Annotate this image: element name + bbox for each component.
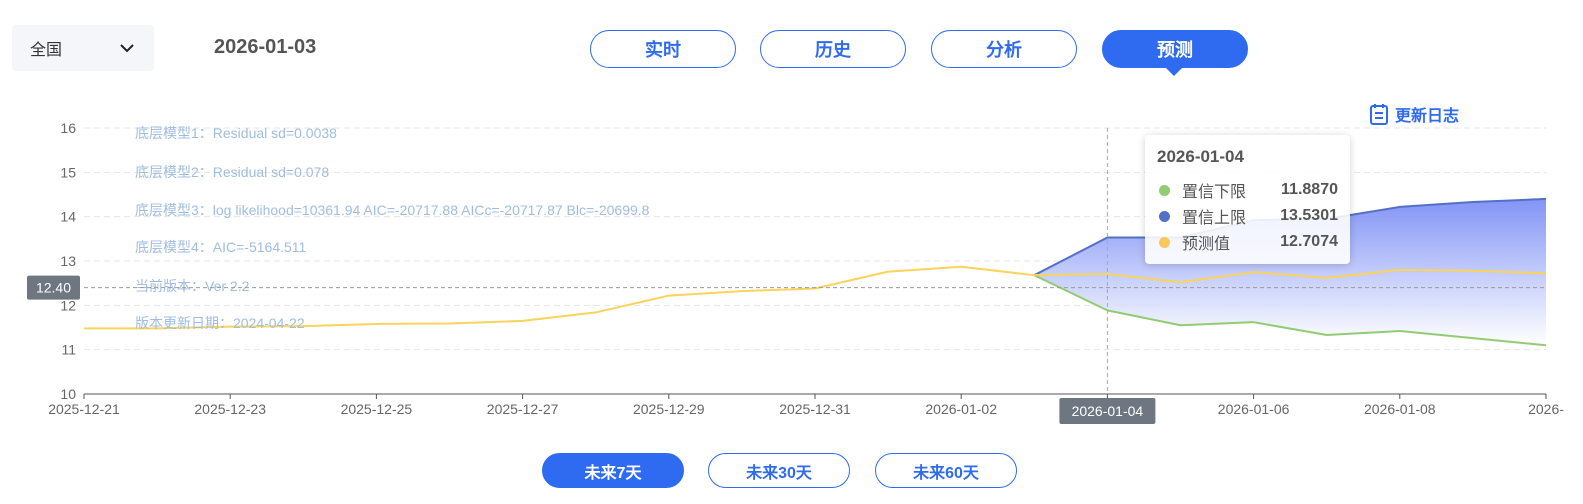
range-7-days-button[interactable]: 未来7天 <box>542 453 684 488</box>
x-tick-label: 2026-01-08 <box>1364 401 1436 417</box>
tooltip-row-upper: 置信上限 13.5301 <box>1157 203 1338 229</box>
range-label: 未来7天 <box>584 464 642 482</box>
y-tick-label: 16 <box>60 120 76 136</box>
y-tick-label: 14 <box>60 209 76 225</box>
tooltip-series-value: 11.8870 <box>1281 181 1338 198</box>
y-tick-label: 11 <box>61 342 76 358</box>
crosshair-x-label: 2026-01-04 <box>1072 403 1144 419</box>
tooltip-row-forecast: 预测值 12.7074 <box>1157 229 1338 255</box>
x-tick-label: 2025-12-23 <box>194 401 266 417</box>
x-tick-label: 2026-01-06 <box>1218 401 1290 417</box>
model-info-line: 当前版本：Ver 2.2 <box>135 278 250 294</box>
tooltip-series-name: 置信下限 <box>1182 184 1247 201</box>
range-60-days-button[interactable]: 未来60天 <box>875 453 1017 488</box>
model-info-line: 底层模型1：Residual sd=0.0038 <box>135 125 337 141</box>
range-label: 未来60天 <box>913 464 979 482</box>
tooltip-date: 2026-01-04 <box>1157 147 1244 166</box>
tooltip-series-name: 预测值 <box>1182 236 1231 253</box>
crosshair-y-label: 12.40 <box>36 280 71 296</box>
x-tick-label: 2025-12-21 <box>48 401 120 417</box>
tooltip-series-value: 12.7074 <box>1280 233 1338 250</box>
x-tick-label: 2025-12-29 <box>633 401 705 417</box>
legend-dot-lower <box>1159 184 1170 196</box>
x-tick-label: 2026- <box>1528 401 1564 417</box>
legend-dot-upper <box>1159 210 1170 222</box>
tooltip-series-name: 置信上限 <box>1182 210 1247 227</box>
x-tick-label: 2026-01-02 <box>925 401 997 417</box>
range-label: 未来30天 <box>746 464 812 482</box>
y-tick-label: 10 <box>60 386 76 402</box>
model-info-line: 版本更新日期：2024-04-22 <box>135 315 305 331</box>
y-tick-label: 12 <box>60 297 76 313</box>
tooltip-series-value: 13.5301 <box>1280 207 1338 224</box>
y-tick-label: 15 <box>60 164 76 180</box>
model-info-layer: 底层模型1：Residual sd=0.0038 底层模型2：Residual … <box>135 125 650 331</box>
x-tick-label: 2025-12-25 <box>341 401 413 417</box>
model-info-line: 底层模型4：AIC=-5164.511 <box>135 239 307 255</box>
model-info-line: 底层模型2：Residual sd=0.078 <box>135 164 329 180</box>
chart-tooltip: 2026-01-04 置信下限 11.8870 置信上限 13.5301 预测值… <box>1145 135 1350 264</box>
x-tick-label: 2025-12-31 <box>779 401 851 417</box>
range-30-days-button[interactable]: 未来30天 <box>708 453 850 488</box>
y-tick-label: 13 <box>60 253 76 269</box>
legend-dot-forecast <box>1159 236 1170 248</box>
model-info-line: 底层模型3：log likelihood=10361.94 AIC=-20717… <box>135 202 650 218</box>
tooltip-row-lower: 置信下限 11.8870 <box>1157 177 1338 203</box>
x-tick-label: 2025-12-27 <box>487 401 559 417</box>
